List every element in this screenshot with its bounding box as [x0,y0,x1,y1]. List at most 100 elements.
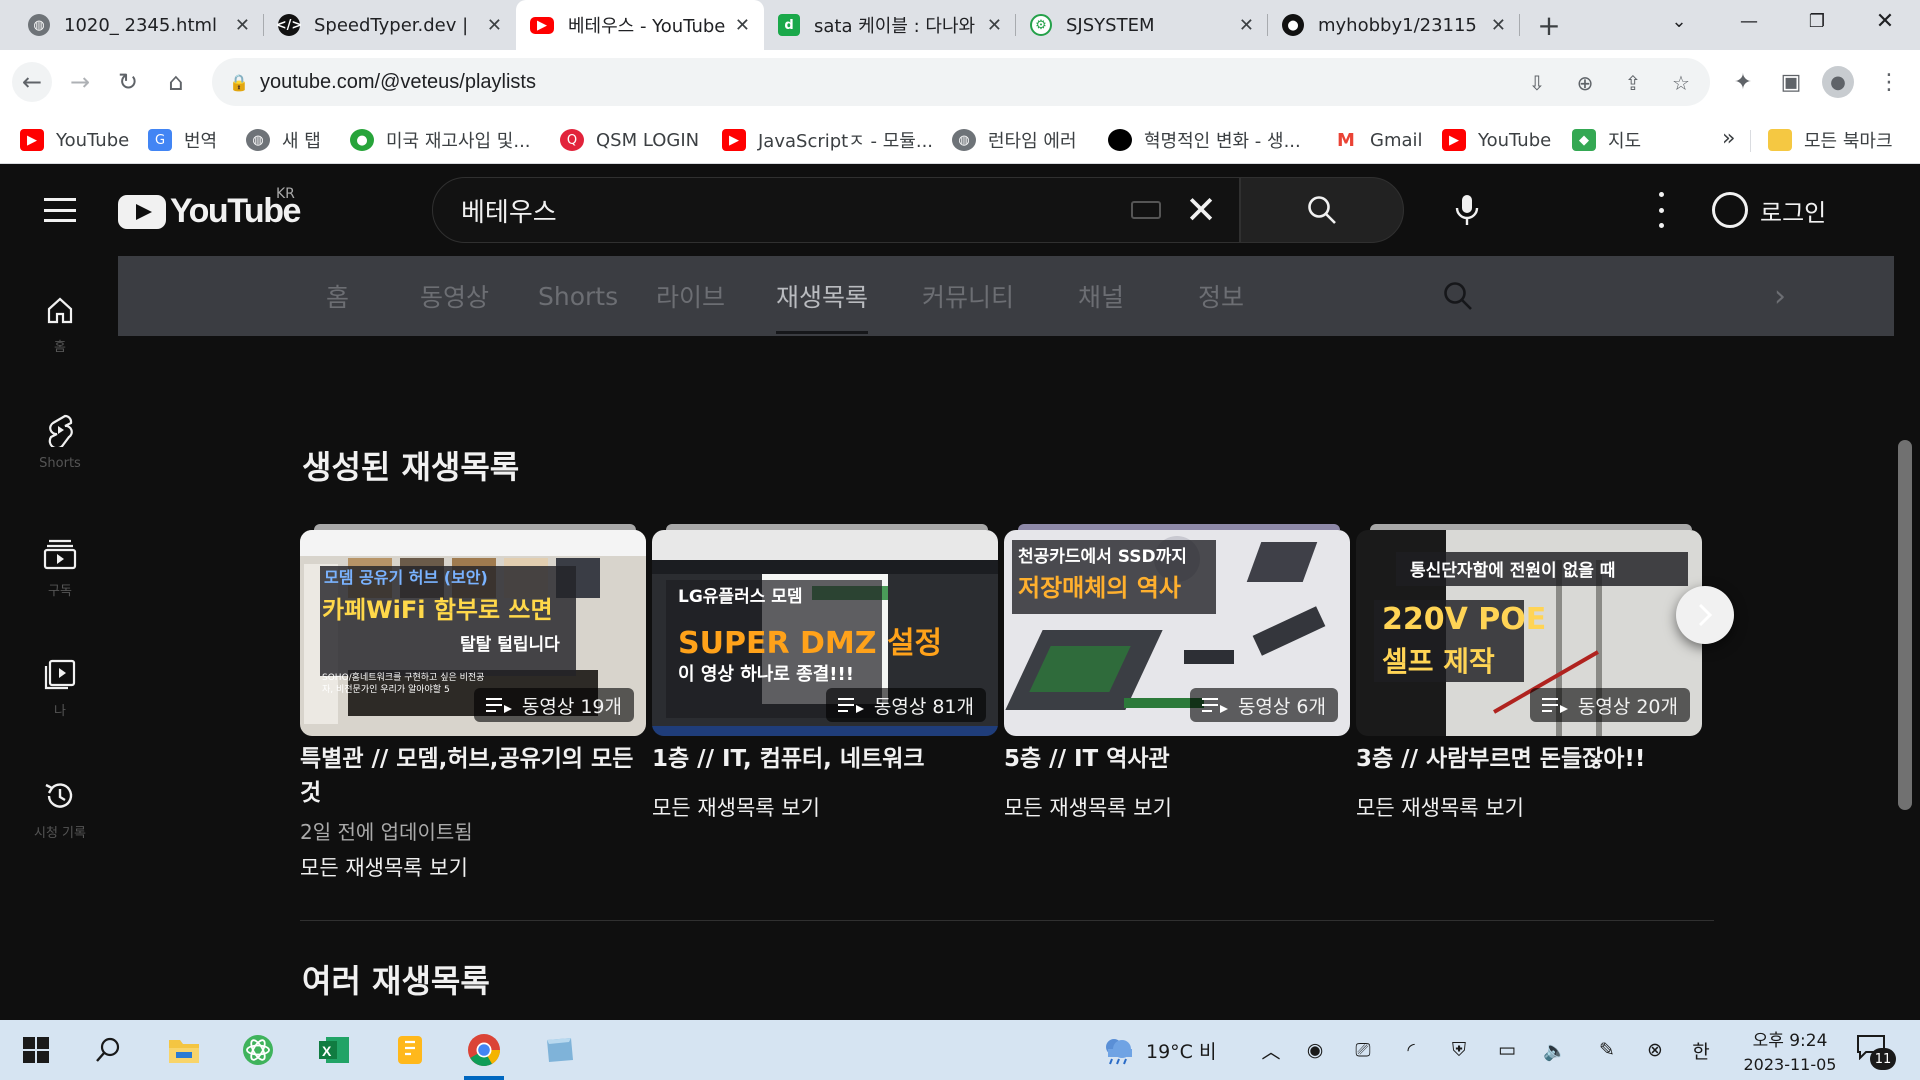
file-explorer-button[interactable] [158,1028,210,1072]
carousel-next-button[interactable] [1676,586,1734,644]
volume-icon[interactable]: 🔈 [1540,1036,1570,1064]
taskbar-search-button[interactable] [82,1028,134,1072]
chrome-menu-icon[interactable]: ⋮ [1870,63,1908,101]
playlist-thumbnail[interactable]: 모뎀 공유기 허브 (보안) 카페WiFi 함부로 쓰면 탈탈 털립니다 SOH… [300,530,646,736]
share-icon[interactable]: ⇪ [1620,70,1646,96]
playlist-card[interactable]: 통신단자함에 전원이 없을 때 220V POE 셀프 제작 동영상 20개 3… [1356,530,1702,820]
bookmark-item[interactable]: ● 미국 재고사입 및... [350,126,531,154]
excel-button[interactable]: X [308,1028,360,1072]
all-bookmarks-folder[interactable]: 모든 북마크 [1768,126,1893,154]
search-input[interactable]: 베테우스 ✕ [432,177,1240,243]
guide-item-subscriptions[interactable]: 구독 [0,536,120,626]
reload-button[interactable]: ↻ [108,62,148,102]
youtube-logo[interactable]: YouTube KR [118,186,301,231]
bookmark-item[interactable]: ◆ 지도 [1572,126,1641,154]
playlist-card[interactable]: LG유플러스 모뎀 SUPER DMZ 설정 이 영상 하나로 종결!!! 동영… [652,530,998,820]
channel-search-button[interactable] [1436,274,1480,318]
chevron-right-icon[interactable]: › [1758,274,1802,318]
tab-channels[interactable]: 채널 [1078,256,1124,336]
bookmark-item[interactable]: Q QSM LOGIN [560,126,699,154]
close-tab-icon[interactable]: ✕ [235,15,250,36]
install-app-icon[interactable]: ⇩ [1524,70,1550,96]
view-full-playlist-link[interactable]: 모든 재생목록 보기 [652,792,820,822]
voice-search-button[interactable] [1440,183,1494,237]
minimize-button[interactable]: — [1714,0,1784,42]
side-panel-icon[interactable]: ▣ [1772,63,1810,101]
tab-shorts[interactable]: Shorts [538,256,618,336]
close-window-button[interactable]: ✕ [1850,0,1920,42]
browser-tab[interactable]: ⚙ SJSYSTEM ✕ [1016,0,1268,50]
browser-tab[interactable]: </> SpeedTyper.dev | ✕ [264,0,516,50]
guide-item-history[interactable]: 시청 기록 [0,778,120,868]
bookmark-item[interactable]: ▶ YouTube [1442,126,1551,154]
chrome-taskbar-button[interactable] [458,1028,510,1080]
chevron-up-icon[interactable]: ︿ [1256,1036,1286,1064]
address-bar[interactable]: 🔒 youtube.com/@veteus/playlists ⇩ ⊕ ⇪ ☆ [212,58,1710,106]
playlist-title[interactable]: 1층 // IT, 컴퓨터, 네트워크 [652,742,998,776]
view-full-playlist-link[interactable]: 모든 재생목록 보기 [300,852,468,882]
ime-indicator[interactable]: 한 [1686,1036,1716,1064]
close-tab-icon[interactable]: ✕ [735,15,750,36]
search-button[interactable] [1240,177,1404,243]
signin-button[interactable]: 로그인 [1712,186,1826,234]
system-clock[interactable]: 오후 9:24 2023-11-05 [1730,1026,1850,1074]
tab-community[interactable]: 커뮤니티 [922,256,1014,336]
camera-icon[interactable]: ⎚ [1348,1036,1378,1064]
record-icon[interactable]: ◉ [1300,1036,1330,1064]
forward-button[interactable]: → [60,62,100,102]
close-tab-icon[interactable]: ✕ [487,15,502,36]
bookmark-star-icon[interactable]: ☆ [1668,70,1694,96]
browser-tab[interactable]: d sata 케이블 : 다나와 ✕ [764,0,1016,50]
playlist-thumbnail[interactable]: LG유플러스 모뎀 SUPER DMZ 설정 이 영상 하나로 종결!!! 동영… [652,530,998,736]
bookmark-item[interactable]: G 번역 [148,126,217,154]
close-tab-icon[interactable]: ✕ [1491,15,1506,36]
bookmark-item[interactable]: ◍ 새 탭 [246,126,321,154]
pen-icon[interactable]: ✎ [1592,1036,1622,1064]
cancel-icon[interactable]: ⊗ [1640,1036,1670,1064]
browser-tab[interactable]: ◍ 1020_ 2345.html ✕ [14,0,264,50]
lock-icon[interactable]: 🔒 [226,69,252,95]
bookmark-item[interactable]: M Gmail [1334,126,1423,154]
bookmark-item[interactable]: 혁명적인 변화 - 생... [1108,126,1301,154]
playlist-thumbnail[interactable]: 통신단자함에 전원이 없을 때 220V POE 셀프 제작 동영상 20개 [1356,530,1702,736]
zoom-icon[interactable]: ⊕ [1572,70,1598,96]
browser-tab[interactable]: ● myhobby1/23115 ✕ [1268,0,1520,50]
start-button[interactable] [10,1028,62,1072]
app-button[interactable] [534,1028,586,1072]
weather-icon[interactable] [1098,1036,1138,1065]
tab-about[interactable]: 정보 [1198,256,1244,336]
new-tab-button[interactable]: + [1530,6,1568,44]
settings-menu-icon[interactable] [1646,192,1676,228]
guide-item-shorts[interactable]: Shorts [0,412,120,502]
playlist-title[interactable]: 특별관 // 모뎀,허브,공유기의 모든 것 [300,742,646,810]
tab-home[interactable]: 홈 [326,256,349,336]
bookmark-item[interactable]: ◍ 런타임 에러 [952,126,1077,154]
playlist-title[interactable]: 3층 // 사람부르면 돈들잖아!! [1356,742,1702,776]
view-full-playlist-link[interactable]: 모든 재생목록 보기 [1356,792,1524,822]
playlist-card[interactable]: 모뎀 공유기 허브 (보안) 카페WiFi 함부로 쓰면 탈탈 털립니다 SOH… [300,530,646,880]
close-tab-icon[interactable]: ✕ [1239,15,1254,36]
battery-icon[interactable]: ▭ [1492,1036,1522,1064]
playlist-title[interactable]: 5층 // IT 역사관 [1004,742,1350,776]
keyboard-icon[interactable] [1131,201,1161,219]
weather-text[interactable]: 19°C 비 [1146,1036,1216,1064]
guide-item-home[interactable]: 홈 [0,292,120,382]
bookmark-item[interactable]: ▶ JavaScriptㅈ - 모듈... [722,126,933,154]
notes-app-button[interactable] [384,1028,436,1072]
search-query[interactable]: 베테우스 [461,192,1131,229]
clear-search-icon[interactable]: ✕ [1181,188,1221,232]
guide-item-you[interactable]: 나 [0,656,120,746]
network-icon[interactable]: ◜ [1396,1036,1426,1064]
home-button[interactable]: ⌂ [156,62,196,102]
tab-videos[interactable]: 동영상 [420,256,489,336]
atom-app-button[interactable] [232,1028,284,1072]
page-scrollbar[interactable] [1898,440,1912,810]
close-tab-icon[interactable]: ✕ [987,15,1002,36]
security-icon[interactable]: ⛨ [1444,1036,1474,1064]
browser-tab-active[interactable]: ▶ 베테우스 - YouTube ✕ [516,0,764,50]
url-text[interactable]: youtube.com/@veteus/playlists [260,71,536,94]
view-full-playlist-link[interactable]: 모든 재생목록 보기 [1004,792,1172,822]
notification-center-button[interactable]: 11 [1856,1034,1896,1070]
tab-playlists[interactable]: 재생목록 [776,256,869,336]
extensions-icon[interactable]: ✦ [1724,63,1762,101]
